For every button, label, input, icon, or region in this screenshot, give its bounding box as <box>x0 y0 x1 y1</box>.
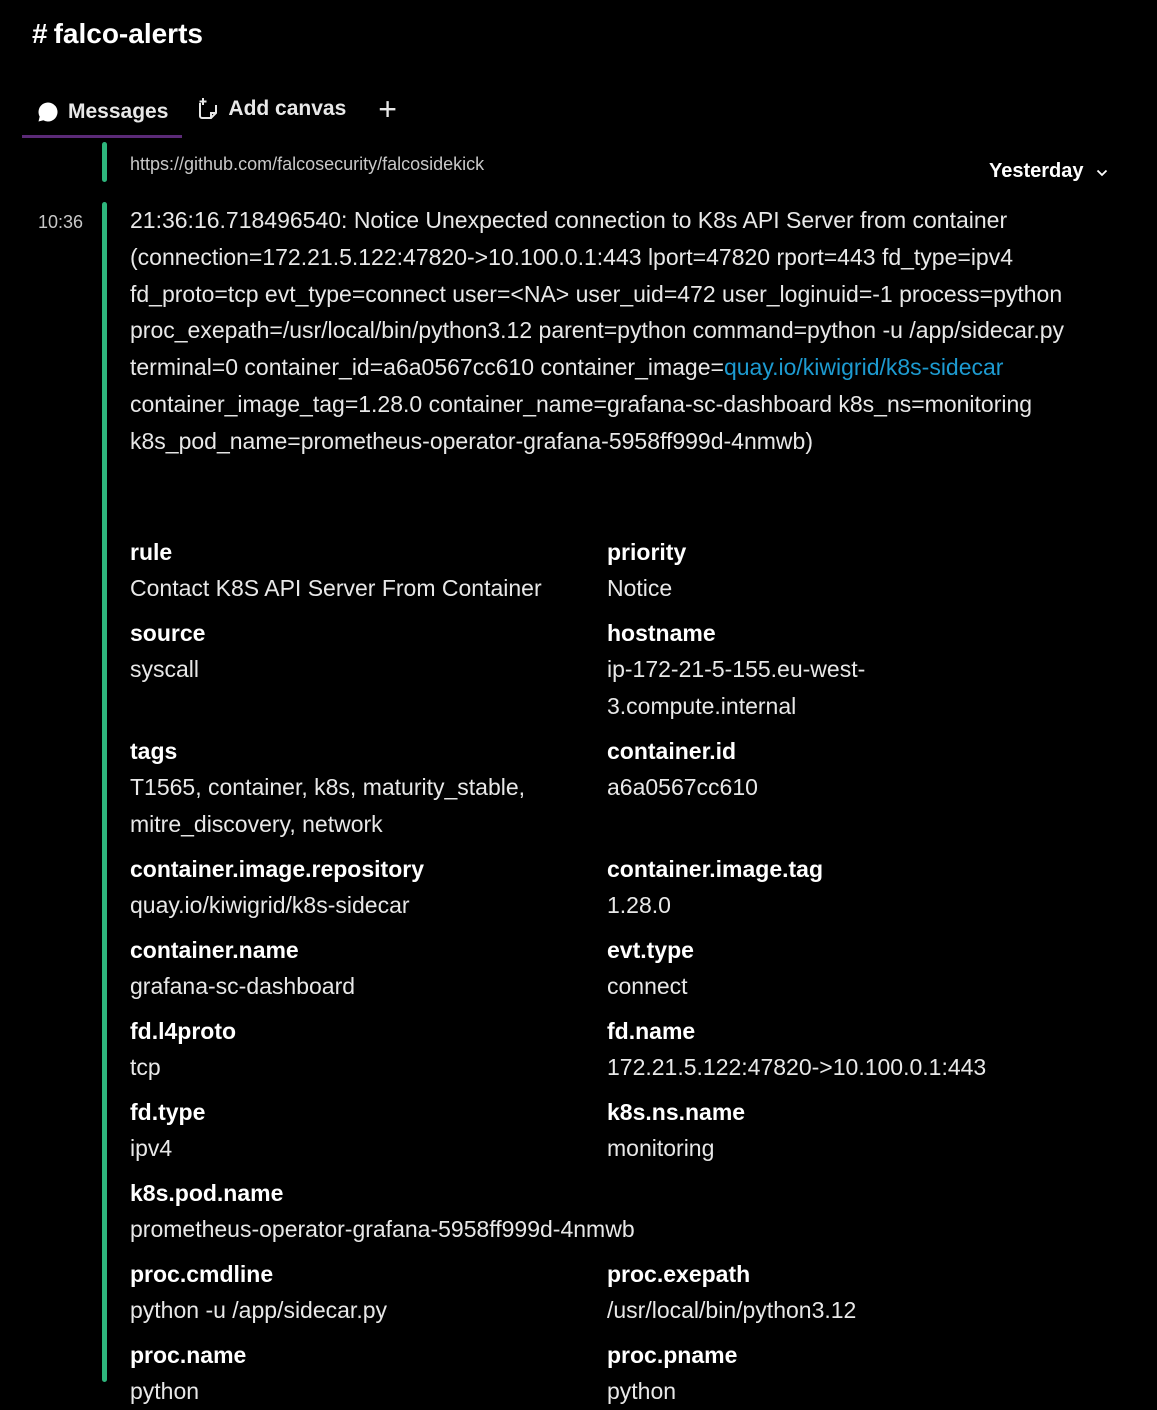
field-value: T1565, container, k8s, maturity_stable, … <box>130 774 526 837</box>
field-name: fd.type <box>130 1099 206 1125</box>
add-tab-button[interactable]: + <box>360 88 415 130</box>
alert-message: 21:36:16.718496540: Notice Unexpected co… <box>130 202 1080 460</box>
field-value: syscall <box>130 656 200 682</box>
field-name: k8s.pod.name <box>130 1180 284 1206</box>
field-value: Contact K8S API Server From Container <box>130 575 542 601</box>
field-name: proc.name <box>130 1342 247 1368</box>
field-name: rule <box>130 539 173 565</box>
field-name: container.name <box>130 937 299 963</box>
container-image-link[interactable]: quay.io/kiwigrid/k8s-sidecar <box>724 354 1004 380</box>
field-value: monitoring <box>607 1135 715 1161</box>
message-timestamp[interactable]: 10:36 <box>38 212 83 233</box>
field-value: 172.21.5.122:47820->10.100.0.1:443 <box>607 1054 987 1080</box>
field-name: evt.type <box>607 937 694 963</box>
field-value: grafana-sc-dashboard <box>130 973 356 999</box>
field-value: tcp <box>130 1054 161 1080</box>
channel-hash-icon: # <box>32 18 48 49</box>
field-value-link[interactable]: quay.io/kiwigrid/k8s-sidecar <box>130 887 607 924</box>
tab-add-canvas-label: Add canvas <box>228 97 347 120</box>
chevron-down-icon <box>1096 164 1108 180</box>
field-name: priority <box>607 539 687 565</box>
field-value: python -u /app/sidecar.py <box>130 1297 387 1323</box>
tab-messages[interactable]: Messages <box>22 88 183 138</box>
message-accent-rail <box>102 142 107 182</box>
field-value: ip-172-21-5-155.eu-west-3.compute.intern… <box>607 656 866 719</box>
field-name: fd.name <box>607 1018 696 1044</box>
alert-fields: rule Contact K8S API Server From Containe… <box>130 534 1090 1410</box>
field-name: fd.l4proto <box>130 1018 237 1044</box>
attachment-accent-rail <box>102 202 107 1382</box>
message-bubble-icon <box>36 100 60 124</box>
field-name: k8s.ns.name <box>607 1099 746 1125</box>
channel-name: falco-alerts <box>53 18 203 49</box>
field-name: tags <box>130 738 178 764</box>
field-name: proc.cmdline <box>130 1261 274 1287</box>
field-name: hostname <box>607 620 716 646</box>
field-value: 1.28.0 <box>607 892 671 918</box>
channel-tabs: Messages Add canvas + <box>22 88 415 140</box>
field-value: /usr/local/bin/python3.12 <box>607 1297 857 1323</box>
field-name: source <box>130 620 206 646</box>
date-divider-label: Yesterday <box>989 160 1084 182</box>
field-value: python <box>130 1378 200 1404</box>
field-name: proc.exepath <box>607 1261 751 1287</box>
alert-message-text: 21:36:16.718496540: Notice Unexpected co… <box>130 202 1080 460</box>
field-value: a6a0567cc610 <box>607 774 758 800</box>
field-value: prometheus-operator-grafana-5958ff999d-4… <box>130 1216 635 1242</box>
field-value: ipv4 <box>130 1135 173 1161</box>
alert-text-part-2: container_image_tag=1.28.0 container_nam… <box>130 390 1033 454</box>
tab-add-canvas[interactable]: Add canvas <box>182 88 360 130</box>
field-name: container.id <box>607 738 737 764</box>
field-name: proc.pname <box>607 1342 738 1368</box>
date-divider-button[interactable]: Yesterday <box>989 160 1108 183</box>
field-value: Notice <box>607 575 673 601</box>
field-name: container.image.repository <box>130 856 424 882</box>
field-value: connect <box>607 973 688 999</box>
channel-header[interactable]: # falco-alerts <box>32 18 203 50</box>
field-name: container.image.tag <box>607 856 824 882</box>
field-value: python <box>607 1378 677 1404</box>
tab-messages-label: Messages <box>68 99 169 123</box>
previous-message-url[interactable]: https://github.com/falcosecurity/falcosi… <box>130 154 484 175</box>
canvas-icon <box>196 97 220 121</box>
